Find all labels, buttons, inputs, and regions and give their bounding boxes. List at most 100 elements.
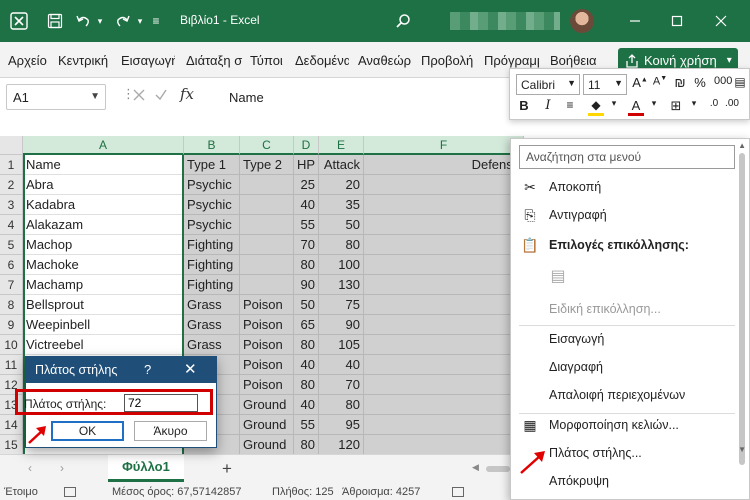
decrease-font-icon[interactable]: A▼ <box>652 75 668 93</box>
cancel-button[interactable]: Άκυρο <box>134 421 207 441</box>
cell[interactable]: 55 <box>294 215 319 235</box>
cell[interactable] <box>240 275 294 295</box>
decrease-decimal-icon[interactable]: .00 <box>724 98 740 116</box>
menu-cut[interactable]: ✂ Αποκοπή <box>511 173 736 201</box>
cell[interactable]: Machop <box>23 235 184 255</box>
avatar[interactable] <box>570 9 594 33</box>
cell[interactable]: Psychic <box>184 175 240 195</box>
cell[interactable]: 95 <box>319 415 364 435</box>
cell[interactable] <box>240 215 294 235</box>
cell[interactable]: Grass <box>184 335 240 355</box>
cell[interactable]: Bellsprout <box>23 295 184 315</box>
undo-dropdown-icon[interactable]: ▾ <box>94 0 106 42</box>
bold-button[interactable]: B <box>516 98 532 116</box>
cell[interactable]: Poison <box>240 335 294 355</box>
cell[interactable]: Attack <box>319 155 364 175</box>
chevron-up-icon[interactable]: ▲ <box>738 141 746 150</box>
cell[interactable]: 40 <box>294 395 319 415</box>
cell[interactable]: Ground <box>240 395 294 415</box>
cell[interactable]: 100 <box>319 255 364 275</box>
check-icon[interactable] <box>154 88 168 102</box>
cell[interactable]: Poison <box>240 315 294 335</box>
cell[interactable]: 25 <box>294 175 319 195</box>
formula-input[interactable]: Name <box>207 84 507 128</box>
tab-developer[interactable]: Πρόγραμμ <box>484 53 539 68</box>
cell[interactable]: Ground <box>240 435 294 454</box>
cell[interactable] <box>364 215 524 235</box>
cell[interactable]: 1 <box>364 415 524 435</box>
cell[interactable] <box>364 195 524 215</box>
cell[interactable]: 75 <box>319 295 364 315</box>
cell[interactable]: Defense <box>364 155 524 175</box>
maximize-icon[interactable] <box>662 0 692 42</box>
fill-color-icon[interactable]: ◆ <box>588 98 604 116</box>
cell[interactable]: 80 <box>319 395 364 415</box>
menu-paste-default[interactable]: ▤ <box>511 263 736 293</box>
save-icon[interactable] <box>42 0 68 42</box>
font-color-button[interactable]: A <box>628 98 644 116</box>
cell[interactable]: 130 <box>319 275 364 295</box>
cell[interactable] <box>240 255 294 275</box>
customize-toolbar-icon[interactable]: ≡ <box>148 0 164 42</box>
column-header-d[interactable]: D <box>294 136 319 155</box>
cell[interactable] <box>364 275 524 295</box>
cell[interactable] <box>240 235 294 255</box>
cell[interactable]: 70 <box>319 375 364 395</box>
tab-formulas[interactable]: Τύποι <box>250 53 283 68</box>
cell[interactable]: 35 <box>319 195 364 215</box>
cell[interactable] <box>240 195 294 215</box>
chevron-left-icon[interactable]: ‹ <box>28 461 32 475</box>
row-header[interactable]: 15 <box>0 435 23 454</box>
cell[interactable]: 1 <box>364 435 524 454</box>
comma-style-icon[interactable]: 000 <box>714 75 732 93</box>
cancel-icon[interactable] <box>132 88 146 102</box>
undo-icon[interactable] <box>72 0 94 42</box>
cell[interactable] <box>364 375 524 395</box>
increase-font-icon[interactable]: A▲ <box>632 75 648 93</box>
search-icon[interactable] <box>390 0 416 42</box>
cell[interactable]: Type 2 <box>240 155 294 175</box>
chevron-down-icon[interactable]: ▾ <box>686 98 702 116</box>
menu-clear-contents[interactable]: Απαλοιφή περιεχομένων <box>511 381 736 409</box>
cell[interactable]: 20 <box>319 175 364 195</box>
cell[interactable]: 50 <box>294 295 319 315</box>
cell[interactable]: Poison <box>240 375 294 395</box>
menu-format-cells[interactable]: ▦ Μορφοποίηση κελιών... <box>511 411 736 439</box>
chevron-down-icon[interactable]: ▼ <box>738 445 746 454</box>
font-name-select[interactable]: Calibri ▼ <box>516 74 580 95</box>
menu-insert[interactable]: Εισαγωγή <box>511 325 736 353</box>
redo-dropdown-icon[interactable]: ▾ <box>134 0 146 42</box>
cell[interactable] <box>364 235 524 255</box>
cell[interactable]: Fighting <box>184 275 240 295</box>
column-header-a[interactable]: A <box>23 136 184 155</box>
cell[interactable]: 120 <box>319 435 364 454</box>
cell[interactable]: Ground <box>240 415 294 435</box>
column-header-f[interactable]: F <box>364 136 524 155</box>
cell[interactable] <box>364 355 524 375</box>
chevron-right-icon[interactable]: › <box>60 461 64 475</box>
column-header-c[interactable]: C <box>240 136 294 155</box>
cell[interactable]: HP <box>294 155 319 175</box>
close-icon[interactable]: ✕ <box>184 357 197 383</box>
cell[interactable] <box>364 315 524 335</box>
ok-button[interactable]: OK <box>51 421 124 441</box>
close-icon[interactable] <box>706 0 736 42</box>
sheet-tab-1[interactable]: Φύλλο1 <box>108 455 184 482</box>
menu-paste-special[interactable]: Ειδική επικόλληση... <box>511 295 736 323</box>
row-header[interactable]: 1 <box>0 155 23 175</box>
row-header[interactable]: 7 <box>0 275 23 295</box>
tab-view[interactable]: Προβολή <box>421 53 473 68</box>
horizontal-scrollbar[interactable] <box>486 466 510 472</box>
tab-review[interactable]: Αναθεώρ <box>358 53 414 68</box>
cell[interactable]: 70 <box>294 235 319 255</box>
cell[interactable] <box>364 175 524 195</box>
menu-search-input[interactable]: Αναζήτηση στα μενού <box>519 145 735 169</box>
help-icon[interactable]: ? <box>144 357 151 383</box>
row-header[interactable]: 2 <box>0 175 23 195</box>
cell[interactable]: 90 <box>294 275 319 295</box>
fx-icon[interactable]: fx <box>180 85 194 103</box>
cell[interactable]: 80 <box>294 255 319 275</box>
format-painter-icon[interactable]: ▤ <box>732 75 748 93</box>
cell[interactable]: Poison <box>240 355 294 375</box>
italic-button[interactable]: I <box>540 98 556 116</box>
